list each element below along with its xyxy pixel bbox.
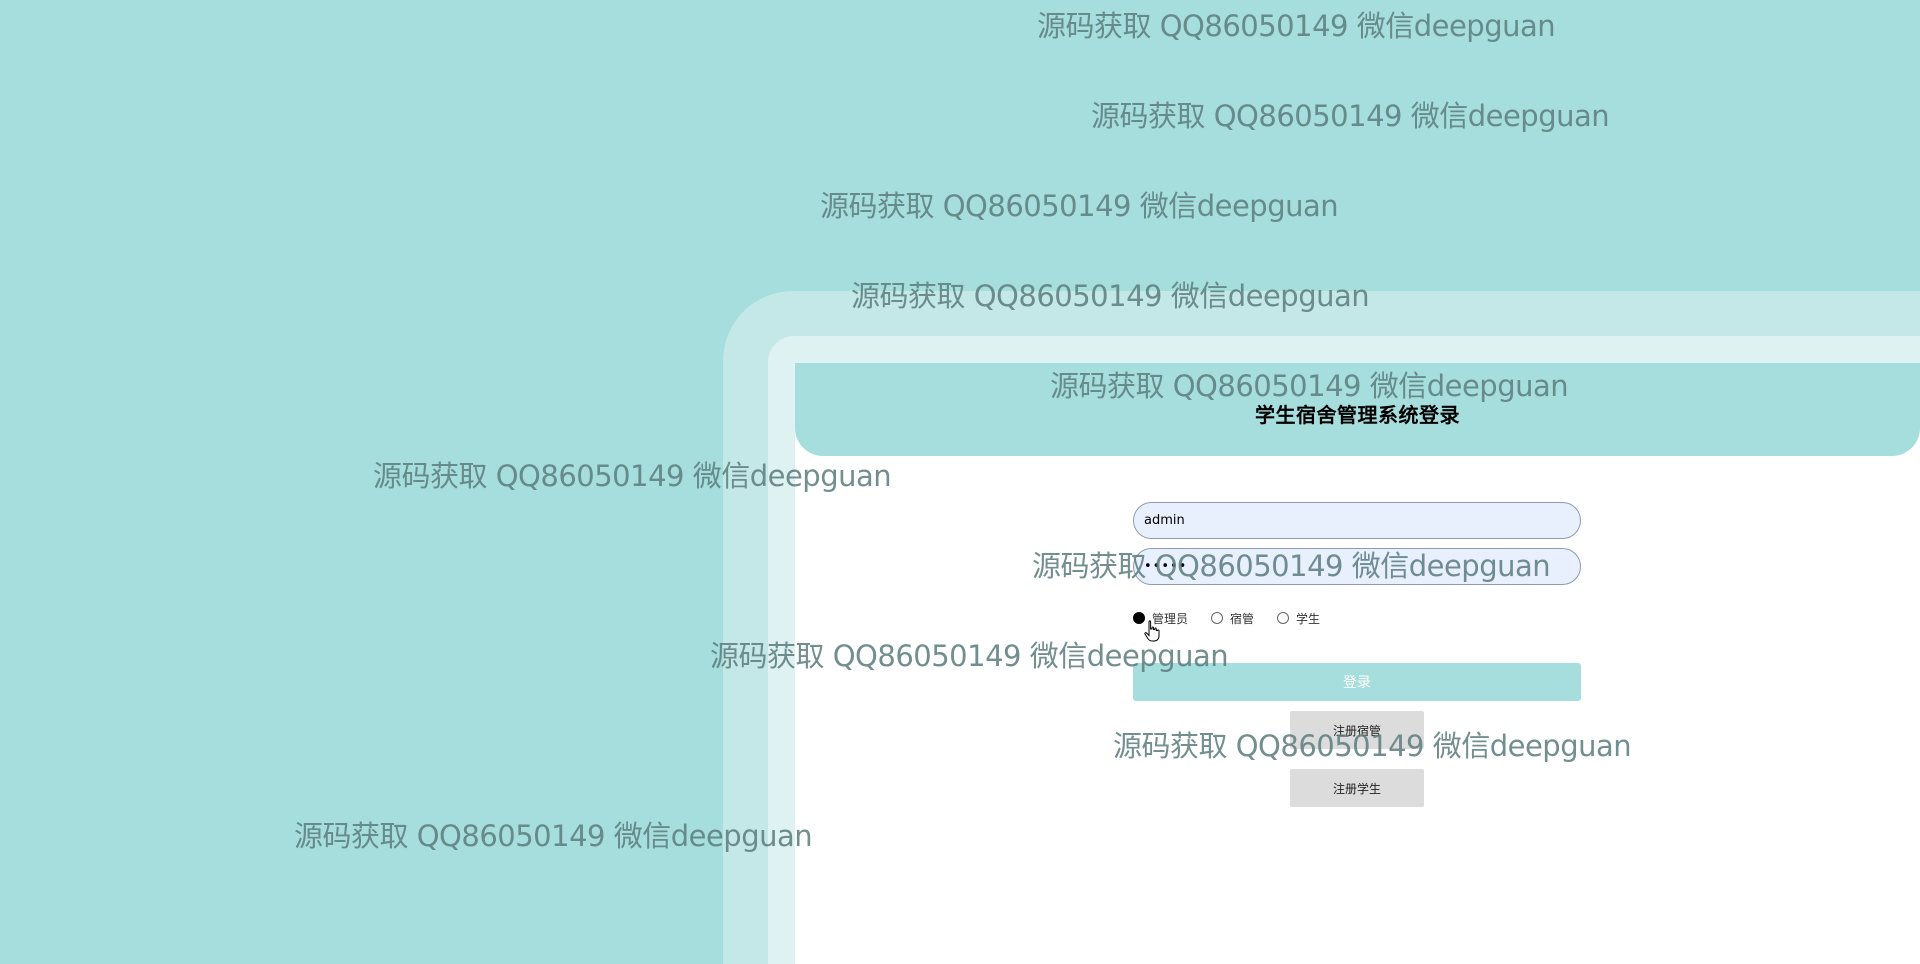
watermark-text: 源码获取 QQ86050149 微信deepguan xyxy=(294,819,813,853)
radio-icon[interactable] xyxy=(1211,612,1224,624)
radio-icon[interactable] xyxy=(1277,612,1290,624)
role-label-dorm-manager: 宿管 xyxy=(1230,611,1255,626)
watermark-text: 源码获取 QQ86050149 微信deepguan xyxy=(1113,729,1632,763)
watermark-text: 源码获取 QQ86050149 微信deepguan xyxy=(1050,369,1569,403)
watermark-text: 源码获取 QQ86050149 微信deepguan xyxy=(710,639,1229,673)
username-input[interactable] xyxy=(1133,502,1581,539)
register-student-button[interactable]: 注册学生 xyxy=(1290,769,1424,807)
role-option-dorm-manager[interactable]: 宿管 xyxy=(1211,610,1254,627)
watermark-text: 源码获取 QQ86050149 微信deepguan xyxy=(1032,549,1551,583)
role-label-student: 学生 xyxy=(1296,611,1321,626)
watermark-text: 源码获取 QQ86050149 微信deepguan xyxy=(1037,9,1556,43)
watermark-text: 源码获取 QQ86050149 微信deepguan xyxy=(851,279,1370,313)
role-option-student[interactable]: 学生 xyxy=(1277,610,1320,627)
watermark-text: 源码获取 QQ86050149 微信deepguan xyxy=(820,189,1339,223)
watermark-text: 源码获取 QQ86050149 微信deepguan xyxy=(1091,99,1610,133)
watermark-text: 源码获取 QQ86050149 微信deepguan xyxy=(373,459,892,493)
role-selector: 管理员 宿管 学生 xyxy=(1133,609,1343,627)
